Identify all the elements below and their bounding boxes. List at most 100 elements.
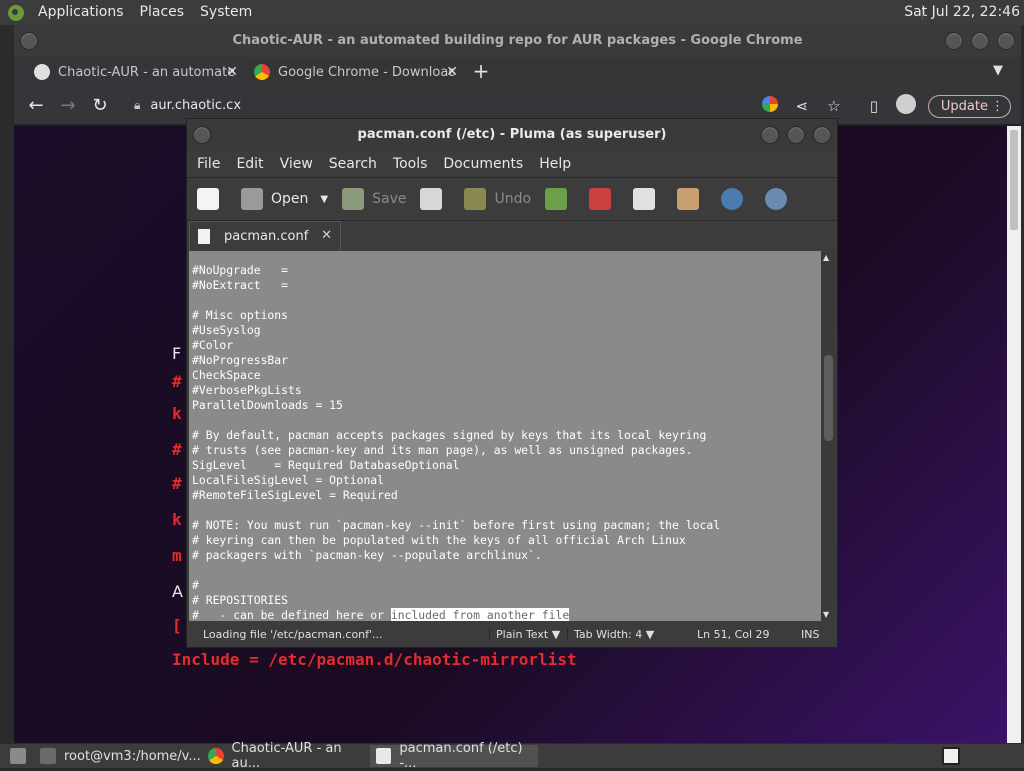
tab-label: Chaotic-AUR - an automated <box>58 64 234 80</box>
menu-places[interactable]: Places <box>132 0 193 25</box>
page-text: [ <box>172 616 182 635</box>
language-label: Plain Text <box>496 627 549 641</box>
lock-icon[interactable]: 🔒︎ <box>134 98 140 113</box>
side-panel-icon[interactable]: ▯ <box>858 97 890 115</box>
pluma-window: pacman.conf (/etc) - Pluma (as superuser… <box>186 118 838 648</box>
editor-scrollbar[interactable]: ▲ ▼ <box>821 251 835 621</box>
task-label: root@vm3:/home/v... <box>64 748 201 764</box>
tab-width-dropdown[interactable]: Tab Width: 4 ▼ <box>567 627 660 641</box>
tab-close-icon[interactable]: ✕ <box>321 228 332 243</box>
find-button[interactable] <box>721 188 751 210</box>
editor-line[interactable]: # - can be defined here or <box>192 608 391 621</box>
pluma-toolbar: Open ▼ Save Undo <box>187 177 837 221</box>
taskbar-item-chrome[interactable]: Chaotic-AUR - an au... <box>202 741 370 771</box>
address-bar[interactable]: aur.chaotic.cx <box>150 98 241 113</box>
page-text: # <box>172 440 182 459</box>
page-text: k <box>172 510 182 529</box>
window-menu-button[interactable] <box>193 126 211 144</box>
menu-search[interactable]: Search <box>329 156 377 172</box>
bookmark-star-icon[interactable]: ☆ <box>818 97 850 115</box>
new-button[interactable] <box>197 188 227 210</box>
replace-button[interactable] <box>765 188 795 210</box>
tab-chaotic-aur[interactable]: Chaotic-AUR - an automated ✕ <box>14 57 250 87</box>
close-button[interactable] <box>813 126 831 144</box>
open-button[interactable]: Open ▼ <box>241 188 328 210</box>
copy-button[interactable] <box>633 188 663 210</box>
editor-content[interactable]: #NoUpgrade = #NoExtract = # Misc options… <box>189 251 821 621</box>
google-lens-icon[interactable] <box>754 96 786 116</box>
chrome-window-title: Chaotic-AUR - an automated building repo… <box>232 33 803 48</box>
tab-pacman-conf[interactable]: pacman.conf ✕ <box>189 221 341 251</box>
redo-button[interactable] <box>545 188 575 210</box>
save-label: Save <box>372 191 407 207</box>
selected-text[interactable]: included from another file <box>390 608 570 621</box>
menu-applications[interactable]: Applications <box>30 0 132 25</box>
chrome-titlebar[interactable]: Chaotic-AUR - an automated building repo… <box>14 25 1021 57</box>
clock[interactable]: Sat Jul 22, 22:46 <box>904 0 1020 25</box>
print-button[interactable] <box>420 188 450 210</box>
status-message: Loading file '/etc/pacman.conf'... <box>203 627 383 641</box>
taskbar-item-pluma[interactable]: pacman.conf (/etc) -... <box>370 741 538 771</box>
taskbar-item-terminal[interactable]: root@vm3:/home/v... <box>34 745 202 767</box>
find-replace-icon <box>765 188 788 210</box>
pluma-statusbar: Loading file '/etc/pacman.conf'... Plain… <box>187 621 837 647</box>
undo-button[interactable]: Undo <box>464 188 531 210</box>
scroll-down-icon[interactable]: ▼ <box>823 610 829 619</box>
pluma-tab-strip: pacman.conf ✕ <box>187 221 837 251</box>
open-label: Open <box>271 191 309 207</box>
minimize-button[interactable] <box>761 126 779 144</box>
chevron-down-icon: ▼ <box>551 627 561 641</box>
forward-arrow-icon[interactable]: → <box>52 95 84 116</box>
top-panel: Applications Places System Sat Jul 22, 2… <box>0 0 1024 25</box>
pluma-titlebar[interactable]: pacman.conf (/etc) - Pluma (as superuser… <box>187 119 837 151</box>
close-button[interactable] <box>997 32 1015 50</box>
open-dropdown-icon[interactable]: ▼ <box>320 194 328 205</box>
open-folder-icon <box>241 188 263 210</box>
language-dropdown[interactable]: Plain Text ▼ <box>489 627 566 641</box>
profile-avatar-icon[interactable] <box>890 94 922 118</box>
workspace-switcher[interactable] <box>936 745 968 767</box>
page-text: A <box>172 582 183 601</box>
scrollbar-thumb[interactable] <box>1010 130 1018 230</box>
tab-google-chrome[interactable]: Google Chrome - Download th ✕ <box>250 57 486 87</box>
insert-mode: INS <box>801 627 820 641</box>
scrollbar-thumb[interactable] <box>824 355 833 441</box>
workspace-icon <box>942 747 960 765</box>
menu-tools[interactable]: Tools <box>393 156 428 172</box>
page-scrollbar[interactable] <box>1007 126 1021 743</box>
redo-icon <box>545 188 568 210</box>
menu-edit[interactable]: Edit <box>236 156 263 172</box>
maximize-button[interactable] <box>971 32 989 50</box>
mate-logo-icon[interactable] <box>8 4 24 21</box>
tab-search-chevron-icon[interactable]: ▼ <box>993 63 1003 78</box>
menu-documents[interactable]: Documents <box>443 156 523 172</box>
more-menu-icon[interactable]: ⋮ <box>991 99 1004 114</box>
minimize-button[interactable] <box>945 32 963 50</box>
reload-icon[interactable]: ↻ <box>84 95 116 116</box>
cut-button[interactable] <box>589 188 619 210</box>
maximize-button[interactable] <box>787 126 805 144</box>
save-button[interactable]: Save <box>342 188 406 210</box>
search-icon <box>721 188 744 210</box>
menu-view[interactable]: View <box>280 156 313 172</box>
chevron-down-icon: ▼ <box>645 627 655 641</box>
menu-file[interactable]: File <box>197 156 220 172</box>
menu-system[interactable]: System <box>192 0 260 25</box>
tab-close-icon[interactable]: ✕ <box>226 64 238 80</box>
include-line: Include = /etc/pacman.d/chaotic-mirrorli… <box>172 650 577 669</box>
cut-icon <box>589 188 612 210</box>
window-menu-button[interactable] <box>20 32 38 50</box>
text-editor[interactable]: #NoUpgrade = #NoExtract = # Misc options… <box>189 251 821 621</box>
chrome-icon <box>208 748 224 764</box>
share-icon[interactable]: ⋖ <box>786 97 818 115</box>
show-desktop-button[interactable] <box>4 745 34 767</box>
cursor-position: Ln 51, Col 29 <box>697 627 770 641</box>
back-arrow-icon[interactable]: ← <box>20 95 52 116</box>
new-document-icon <box>197 188 219 210</box>
pluma-icon <box>376 748 392 764</box>
paste-button[interactable] <box>677 188 707 210</box>
update-button[interactable]: Update ⋮ <box>927 94 1011 118</box>
menu-help[interactable]: Help <box>539 156 571 172</box>
scroll-up-icon[interactable]: ▲ <box>823 253 829 262</box>
tab-close-icon[interactable]: ✕ <box>446 64 458 80</box>
